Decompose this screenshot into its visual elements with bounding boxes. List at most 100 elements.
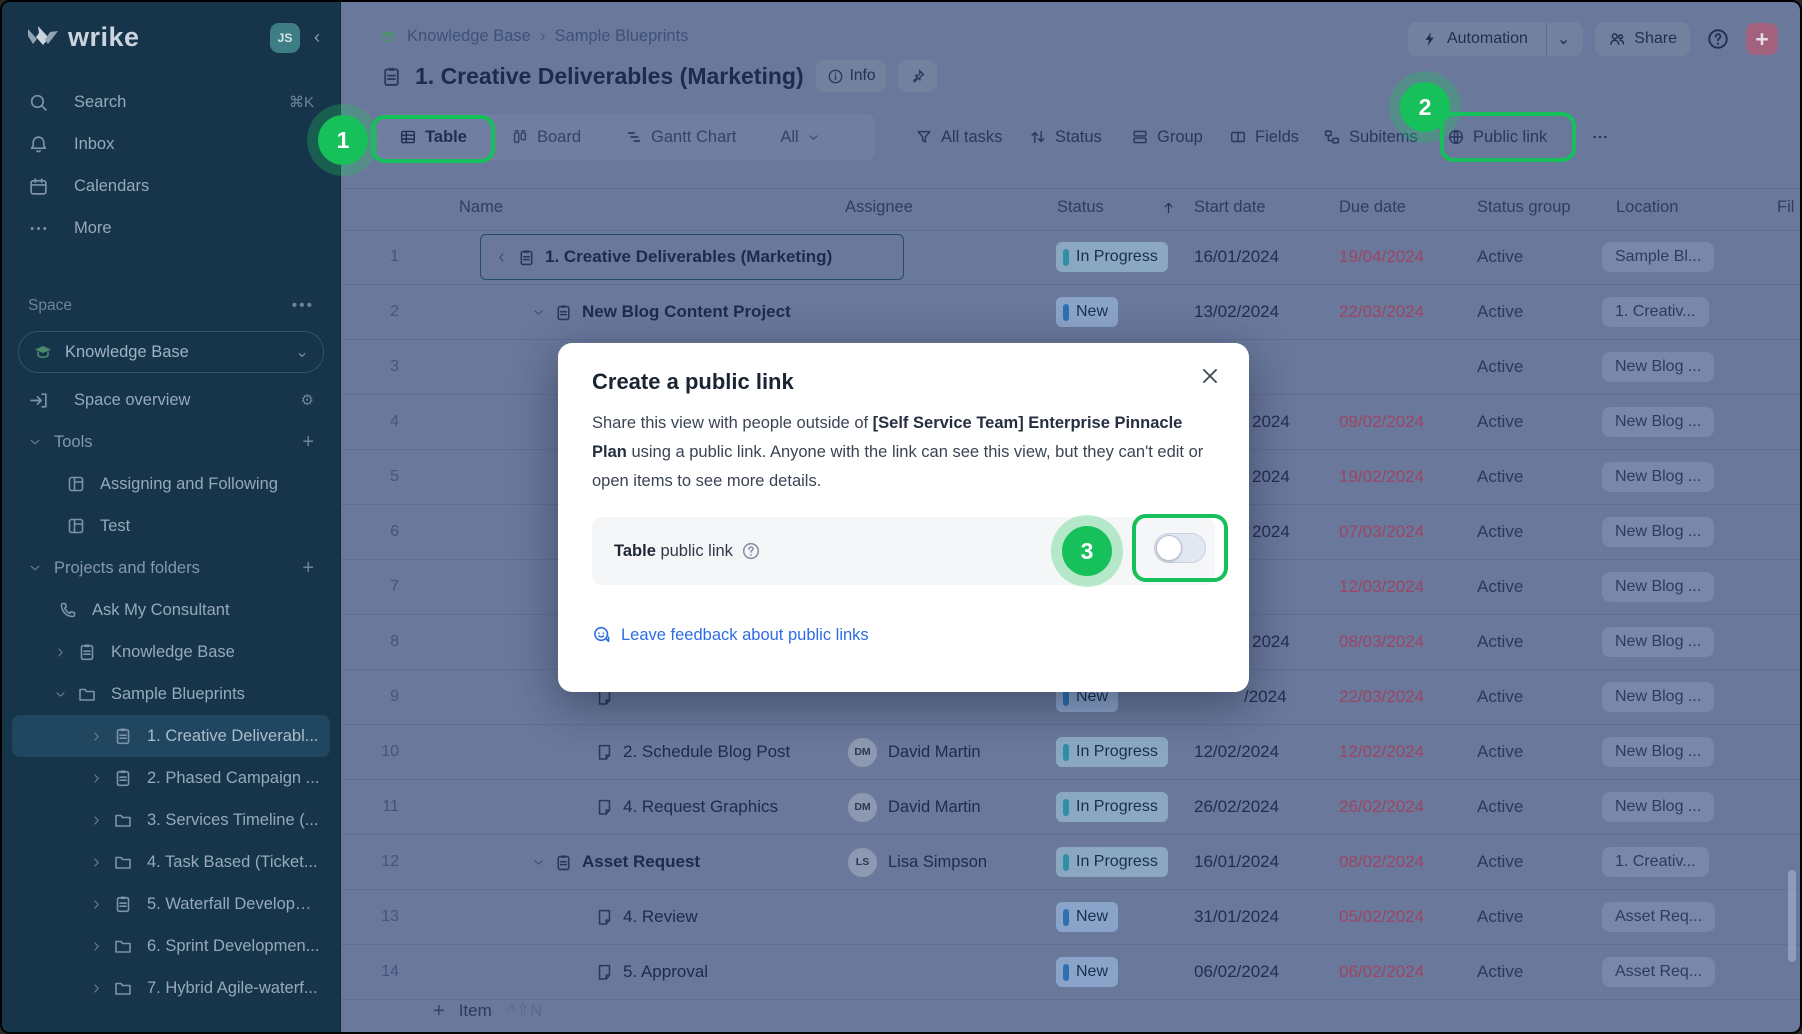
sidebar-group-tools[interactable]: Tools+	[2, 421, 340, 463]
assignee-cell[interactable]: LSLisa Simpson	[841, 835, 1052, 889]
start-date-cell[interactable]: 12/02/2024	[1194, 725, 1339, 779]
due-date-cell[interactable]: 09/02/2024	[1339, 395, 1477, 449]
user-avatar[interactable]: JS	[270, 23, 300, 53]
status-group-cell[interactable]: Active	[1477, 890, 1612, 944]
sidebar-item-ask-my-consultant[interactable]: Ask My Consultant	[12, 589, 330, 631]
column-header-due-date[interactable]: Due date	[1339, 198, 1406, 217]
add-button[interactable]: +	[1746, 23, 1778, 55]
sidebar-item-test[interactable]: Test	[12, 505, 330, 547]
column-header-fil[interactable]: Fil	[1777, 198, 1794, 217]
info-button[interactable]: Info	[816, 60, 887, 92]
sidebar-item-more[interactable]: More	[2, 207, 340, 249]
feedback-link[interactable]: Leave feedback about public links	[592, 625, 869, 645]
table-row[interactable]: 102. Schedule Blog PostDMDavid MartinIn …	[341, 725, 1800, 780]
breadcrumb-sample-blueprints[interactable]: Sample Blueprints	[555, 27, 689, 46]
location-chip[interactable]: Sample Bl...	[1602, 242, 1714, 272]
chevron-down-icon[interactable]	[54, 688, 67, 701]
status-cell[interactable]: In Progress	[1052, 725, 1194, 779]
location-cell[interactable]: New Blog ...	[1602, 780, 1777, 834]
start-date-cell[interactable]: 31/01/2024	[1194, 890, 1339, 944]
due-date-cell[interactable]: 05/02/2024	[1339, 890, 1477, 944]
location-chip[interactable]: Asset Req...	[1602, 957, 1715, 987]
sidebar-item-5-waterfall-developm[interactable]: 5. Waterfall Developm...	[12, 883, 330, 925]
sidebar-group-projects-and-folders[interactable]: Projects and folders+	[2, 547, 340, 589]
location-chip[interactable]: Asset Req...	[1602, 902, 1715, 932]
automation-chevron-icon[interactable]: ⌄	[1557, 29, 1570, 49]
status-badge[interactable]: In Progress	[1056, 792, 1168, 822]
table-row[interactable]: 2New Blog Content ProjectNew13/02/202422…	[341, 285, 1800, 340]
due-date-cell[interactable]: 12/03/2024	[1339, 560, 1477, 614]
breadcrumb-knowledge-base[interactable]: Knowledge Base	[407, 27, 531, 46]
chevron-down-icon[interactable]	[532, 306, 545, 319]
due-date-cell[interactable]: 22/03/2024	[1339, 285, 1477, 339]
status-group-cell[interactable]: Active	[1477, 560, 1612, 614]
chevron-right-icon[interactable]	[54, 646, 67, 659]
sidebar-item-space-overview[interactable]: Space overview ⚙	[2, 379, 340, 421]
start-date-cell[interactable]: 16/01/2024	[1194, 230, 1339, 284]
status-badge[interactable]: New	[1056, 297, 1118, 327]
status-badge[interactable]: In Progress	[1056, 737, 1168, 767]
add-item-row[interactable]: + Item ^⇧N	[341, 986, 1800, 1034]
status-badge[interactable]: New	[1056, 957, 1118, 987]
sort-ascending-icon[interactable]	[1161, 200, 1176, 215]
toolbar-fields[interactable]: Fields	[1229, 114, 1299, 160]
table-row[interactable]: 12Asset RequestLSLisa SimpsonIn Progress…	[341, 835, 1800, 890]
location-cell[interactable]: 1. Creativ...	[1602, 835, 1777, 889]
chevron-right-icon[interactable]	[90, 856, 103, 869]
location-chip[interactable]: New Blog ...	[1602, 517, 1714, 547]
chevron-left-icon[interactable]	[495, 251, 508, 264]
location-cell[interactable]: New Blog ...	[1602, 450, 1777, 504]
add-icon[interactable]: +	[302, 557, 314, 580]
due-date-cell[interactable]	[1339, 340, 1477, 394]
status-cell[interactable]: In Progress	[1052, 230, 1194, 284]
table-row[interactable]: 114. Request GraphicsDMDavid MartinIn Pr…	[341, 780, 1800, 835]
location-chip[interactable]: New Blog ...	[1602, 407, 1714, 437]
status-badge[interactable]: New	[1056, 902, 1118, 932]
status-group-cell[interactable]: Active	[1477, 780, 1612, 834]
column-header-status[interactable]: Status	[1057, 198, 1104, 217]
due-date-cell[interactable]: 26/02/2024	[1339, 780, 1477, 834]
status-group-cell[interactable]: Active	[1477, 230, 1612, 284]
sidebar-item-4-task-based-ticket[interactable]: 4. Task Based (Ticket...	[12, 841, 330, 883]
assignee-cell[interactable]	[841, 230, 1052, 284]
location-chip[interactable]: New Blog ...	[1602, 627, 1714, 657]
table-row[interactable]: 11. Creative Deliverables (Marketing)In …	[341, 230, 1800, 285]
status-cell[interactable]: In Progress	[1052, 780, 1194, 834]
column-header-location[interactable]: Location	[1616, 198, 1678, 217]
table-row[interactable]: 134. ReviewNew31/01/202405/02/2024Active…	[341, 890, 1800, 945]
location-cell[interactable]: New Blog ...	[1602, 725, 1777, 779]
sidebar-item-knowledge-base[interactable]: Knowledge Base	[12, 631, 330, 673]
status-group-cell[interactable]: Active	[1477, 835, 1612, 889]
toolbar-all-tasks[interactable]: All tasks	[915, 114, 1002, 160]
chevron-right-icon[interactable]	[90, 772, 103, 785]
column-header-assignee[interactable]: Assignee	[845, 198, 913, 217]
due-date-cell[interactable]: 19/02/2024	[1339, 450, 1477, 504]
location-cell[interactable]: New Blog ...	[1602, 340, 1777, 394]
share-button[interactable]: Share	[1595, 22, 1690, 56]
assignee-cell[interactable]: DMDavid Martin	[841, 780, 1052, 834]
toolbar-public-link[interactable]: Public link	[1447, 114, 1547, 160]
location-cell[interactable]: New Blog ...	[1602, 560, 1777, 614]
chevron-right-icon[interactable]	[90, 814, 103, 827]
toolbar-subitems[interactable]: Subitems	[1323, 114, 1418, 160]
status-group-cell[interactable]: Active	[1477, 395, 1612, 449]
location-chip[interactable]: New Blog ...	[1602, 792, 1714, 822]
status-group-cell[interactable]: Active	[1477, 615, 1612, 669]
start-date-cell[interactable]: 26/02/2024	[1194, 780, 1339, 834]
gear-icon[interactable]: ⚙	[301, 391, 314, 409]
chevron-right-icon[interactable]	[90, 898, 103, 911]
location-chip[interactable]: New Blog ...	[1602, 462, 1714, 492]
status-group-cell[interactable]: Active	[1477, 340, 1612, 394]
status-group-cell[interactable]: Active	[1477, 505, 1612, 559]
assignee-cell[interactable]: DMDavid Martin	[841, 725, 1052, 779]
location-cell[interactable]: Asset Req...	[1602, 890, 1777, 944]
sidebar-item-7-hybrid-agile-waterf[interactable]: 7. Hybrid Agile-waterf...	[12, 967, 330, 1009]
chevron-right-icon[interactable]	[90, 982, 103, 995]
sidebar-item-assigning-and-following[interactable]: Assigning and Following	[12, 463, 330, 505]
column-header-name[interactable]: Name	[459, 198, 503, 217]
location-cell[interactable]: Sample Bl...	[1602, 230, 1777, 284]
due-date-cell[interactable]: 08/02/2024	[1339, 835, 1477, 889]
sidebar-item-search[interactable]: Search⌘K	[2, 81, 340, 123]
toolbar-status[interactable]: Status	[1029, 114, 1102, 160]
assignee-cell[interactable]	[841, 285, 1052, 339]
